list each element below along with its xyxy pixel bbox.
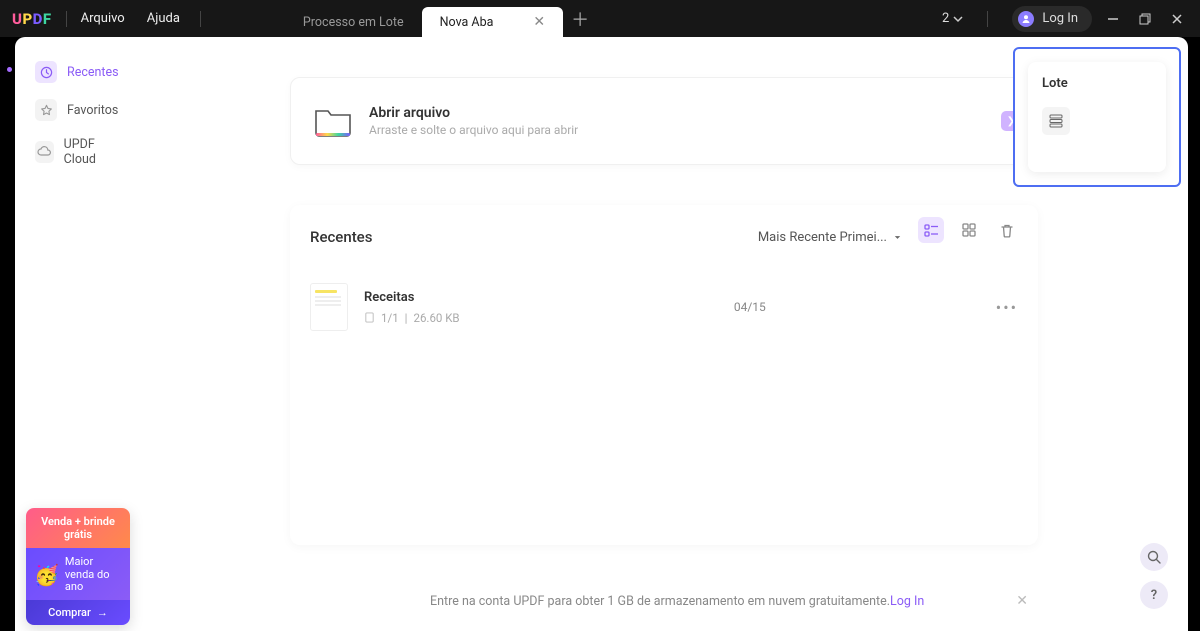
folder-icon	[313, 103, 353, 139]
maximize-button[interactable]	[1134, 8, 1156, 30]
grid-view-button[interactable]	[956, 217, 982, 243]
dropdown-num: 2	[942, 11, 949, 26]
file-info: Receitas 1/1 | 26.60 KB	[364, 290, 460, 325]
star-icon	[35, 99, 57, 121]
promo-buy-button[interactable]: Comprar →	[26, 600, 130, 625]
open-card-text: Abrir arquivo Arraste e solte o arquivo …	[369, 105, 578, 137]
question-icon: ?	[1151, 588, 1157, 603]
titlebar-right: 2 Log In	[942, 6, 1188, 32]
chevron-down-icon	[953, 14, 963, 24]
magnifier-icon	[1147, 550, 1161, 564]
sidebar-item-recents[interactable]: Recentes	[27, 55, 128, 89]
zoom-button[interactable]	[1140, 543, 1168, 571]
promo-line2: Maior venda do ano	[65, 556, 122, 594]
trash-button[interactable]	[994, 217, 1020, 243]
caret-down-icon	[893, 233, 902, 242]
lote-title: Lote	[1042, 76, 1152, 91]
open-card-title: Abrir arquivo	[369, 105, 578, 121]
banner-close-button[interactable]: ✕	[1016, 593, 1028, 609]
menu-bar: Arquivo Ajuda	[81, 11, 180, 26]
open-card-subtitle: Arraste e solte o arquivo aqui para abri…	[369, 123, 578, 137]
avatar-icon	[1018, 11, 1034, 27]
sidebar-item-label: UPDF Cloud	[64, 137, 120, 167]
add-tab-button[interactable]: ＋	[571, 6, 589, 32]
file-date: 04/15	[734, 300, 766, 314]
batch-icon-button[interactable]	[1042, 107, 1070, 135]
menu-file[interactable]: Arquivo	[81, 11, 125, 26]
tab-batch-process[interactable]: Processo em Lote	[285, 7, 422, 37]
file-name: Receitas	[364, 290, 460, 305]
divider	[200, 11, 201, 27]
file-meta: 1/1 | 26.60 KB	[364, 311, 460, 325]
open-file-card[interactable]: Abrir arquivo Arraste e solte o arquivo …	[290, 77, 1038, 165]
file-pages: 1/1	[381, 311, 399, 325]
notifications-dropdown[interactable]: 2	[942, 11, 963, 26]
tab-label: Nova Aba	[440, 15, 494, 30]
file-row[interactable]: Receitas 1/1 | 26.60 KB 04/15 •••	[290, 269, 1038, 345]
banner-login-link[interactable]: Log In	[890, 594, 924, 609]
main-area: Abrir arquivo Arraste e solte o arquivo …	[140, 37, 1188, 631]
help-button[interactable]: ?	[1140, 581, 1168, 609]
sort-dropdown[interactable]: Mais Recente Primei...	[758, 230, 902, 245]
arrow-right-icon: →	[97, 606, 108, 619]
party-emoji-icon: 🥳	[34, 564, 59, 587]
recent-panel: Recentes Mais Recente Primei... Receitas	[290, 205, 1038, 545]
trash-icon	[1000, 223, 1014, 238]
cloud-icon	[35, 141, 54, 163]
list-view-button[interactable]	[918, 217, 944, 243]
cloud-storage-banner: Entre na conta UPDF para obter 1 GB de a…	[430, 593, 1028, 609]
sidebar-item-label: Recentes	[67, 65, 119, 80]
view-toggle-group	[918, 217, 982, 243]
title-bar: UPDF Arquivo Ajuda Processo em Lote Nova…	[0, 0, 1200, 37]
page-icon	[364, 312, 375, 323]
active-indicator-dot	[7, 67, 12, 72]
recent-title: Recentes	[310, 228, 372, 246]
app-frame: Recentes Favoritos UPDF Cloud Abrir arqu…	[15, 37, 1188, 631]
tab-strip: Processo em Lote Nova Aba ✕ ＋	[285, 0, 589, 37]
promo-card: Venda + brinde grátis 🥳 Maior venda do a…	[26, 508, 130, 625]
banner-text: Entre na conta UPDF para obter 1 GB de a…	[430, 594, 890, 609]
file-more-button[interactable]: •••	[996, 298, 1018, 317]
sidebar-item-favorites[interactable]: Favoritos	[27, 93, 128, 127]
divider	[987, 11, 988, 27]
promo-line1: Venda + brinde grátis	[26, 508, 130, 548]
file-size: 26.60 KB	[413, 311, 459, 325]
clock-icon	[35, 61, 57, 83]
grid-icon	[962, 223, 976, 237]
stack-icon	[1048, 113, 1064, 129]
tab-new-tab[interactable]: Nova Aba ✕	[422, 7, 564, 37]
logo-text: UPDF	[12, 10, 52, 28]
tab-label: Processo em Lote	[303, 15, 404, 30]
sort-label: Mais Recente Primei...	[758, 230, 887, 245]
file-thumbnail	[310, 283, 348, 331]
close-icon[interactable]: ✕	[533, 14, 545, 30]
meta-divider: |	[405, 311, 408, 325]
sidebar-item-label: Favoritos	[67, 103, 118, 118]
close-window-button[interactable]	[1166, 8, 1188, 30]
menu-help[interactable]: Ajuda	[147, 11, 180, 26]
promo-cta: Comprar	[48, 606, 91, 619]
app-logo: UPDF	[12, 10, 52, 28]
lote-card: Lote	[1028, 62, 1166, 172]
list-icon	[924, 224, 939, 237]
lote-highlight-panel: Lote	[1013, 47, 1181, 187]
login-label: Log In	[1042, 11, 1078, 26]
recent-header: Recentes Mais Recente Primei...	[290, 219, 1038, 255]
login-button[interactable]: Log In	[1012, 6, 1092, 32]
divider	[66, 11, 67, 27]
minimize-button[interactable]	[1102, 8, 1124, 30]
sidebar-item-cloud[interactable]: UPDF Cloud	[27, 131, 128, 173]
promo-line2-row: 🥳 Maior venda do ano	[26, 548, 130, 600]
